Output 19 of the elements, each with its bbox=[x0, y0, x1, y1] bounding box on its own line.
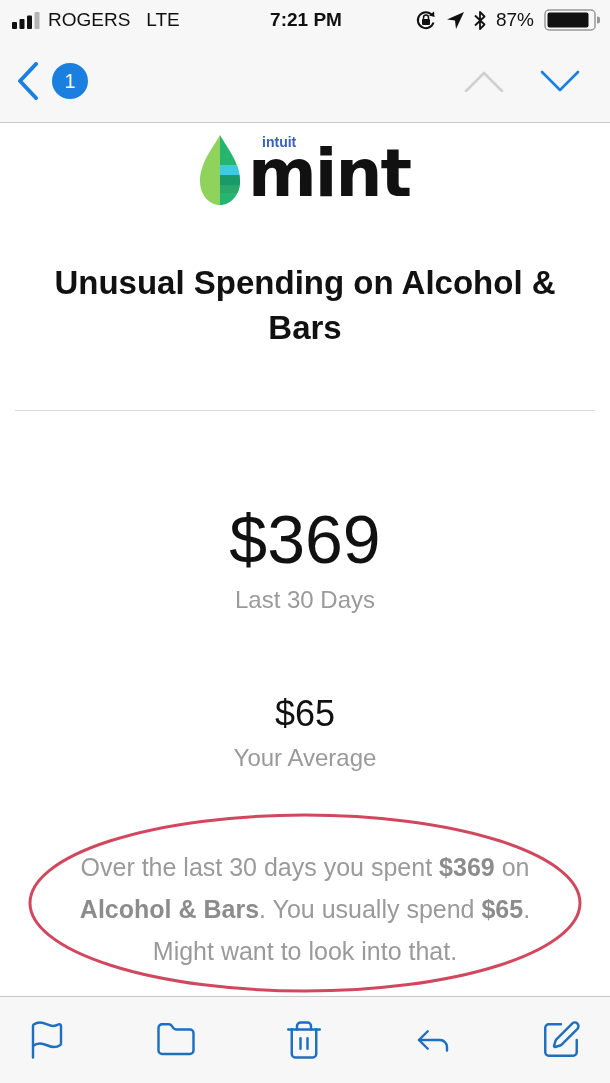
spending-message: Over the last 30 days you spent $369 on Alcohol & Bars. You usually spend $65. Might want to look into that. bbox=[78, 852, 532, 967]
email-title: Unusual Spending on Alcohol & Bars bbox=[53, 263, 557, 348]
battery-percent: 87% bbox=[495, 9, 534, 31]
amount: $65 bbox=[274, 693, 336, 735]
back-icon[interactable] bbox=[17, 62, 39, 100]
location-arrow-icon bbox=[446, 11, 464, 29]
carrier-name: ROGERS bbox=[48, 9, 131, 31]
amount-caption: Last 30 Days bbox=[234, 585, 376, 615]
signal-icon bbox=[12, 11, 40, 29]
bluetooth-icon bbox=[473, 9, 486, 31]
amount-caption: Your Average bbox=[233, 743, 377, 773]
status-time: 7:21 PM bbox=[270, 9, 342, 31]
leaf-icon bbox=[200, 135, 241, 205]
rotation-lock-icon bbox=[414, 9, 437, 31]
unread-count-badge: 1 bbox=[52, 63, 88, 99]
battery-icon bbox=[544, 9, 600, 31]
network-type: LTE bbox=[146, 9, 180, 31]
down-chevron-icon[interactable] bbox=[540, 70, 580, 92]
amount: $369 bbox=[229, 501, 381, 577]
